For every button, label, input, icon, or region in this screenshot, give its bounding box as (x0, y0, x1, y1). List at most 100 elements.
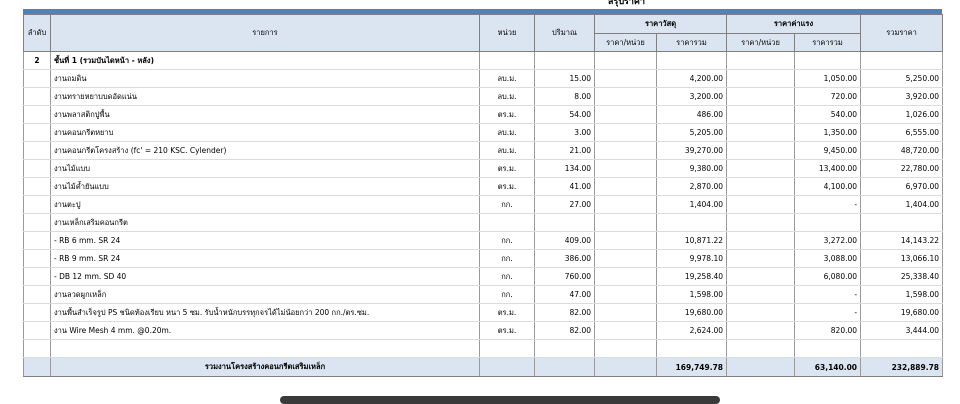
row-mat-total: 19,680.00 (655, 303, 728, 322)
spacer-row (23, 339, 944, 358)
row-mat-unit-price (594, 123, 657, 142)
row-item: งานคอนกรีตโครงสร้าง (fc' = 210 KSC. Cyle… (50, 141, 480, 160)
row-item: งานพลาสติกปูพื้น (50, 105, 480, 124)
section-label: ชั้นที่ 1 (รวมบันไดหน้า - หลัง) (50, 51, 480, 70)
row-unit: ลบ.ม. (479, 69, 535, 88)
row-qty: 409.00 (534, 231, 595, 250)
row-item: งานไม้แบบ (50, 159, 480, 178)
row-total: 1,026.00 (860, 105, 944, 124)
row-no (23, 249, 51, 268)
boq-table: ลำดับ รายการ หน่วย ปริมาณ ราคาวัสดุ ราคา… (23, 14, 944, 377)
row-lab-unit-price (726, 87, 796, 106)
row-qty (534, 213, 595, 232)
row-lab-total: 13,400.00 (794, 159, 862, 178)
row-lab-total: - (794, 195, 862, 214)
row-mat-unit-price (594, 105, 657, 124)
row-no (23, 303, 51, 322)
row-no (23, 285, 51, 304)
row-lab-unit-price (726, 321, 796, 340)
header-item: รายการ (50, 14, 480, 52)
row-unit: ลบ.ม. (479, 123, 535, 142)
row-lab-unit-price (726, 213, 796, 232)
table-row: - RB 9 mm. SR 24 กก. 386.00 9,978.10 3,088.0… (23, 249, 944, 268)
header-mat-unit-price: ราคา/หน่วย (594, 33, 657, 52)
horizontal-scrollbar-thumb[interactable] (280, 396, 720, 404)
row-lab-unit-price (726, 159, 796, 178)
total-material: 169,749.78 (655, 357, 728, 377)
row-unit: กก. (479, 285, 535, 304)
row-item: งานถมดิน (50, 69, 480, 88)
row-mat-unit-price (594, 69, 657, 88)
row-mat-total: 39,270.00 (655, 141, 728, 160)
boq-sheet: สรุปราคา ลำดับ รายการ หน่วย ปริมาณ ราคาว… (23, 0, 944, 390)
table-row: งานเหล็กเสริมคอนกรีต (23, 213, 944, 232)
header-lab-unit-price: ราคา/หน่วย (726, 33, 796, 52)
row-no (23, 159, 51, 178)
row-unit: ตร.ม. (479, 159, 535, 178)
row-unit: ลบ.ม. (479, 141, 535, 160)
row-mat-unit-price (594, 267, 657, 286)
row-item: งาน Wire Mesh 4 mm. @0.20m. (50, 321, 480, 340)
row-total (860, 213, 944, 232)
row-qty: 15.00 (534, 69, 595, 88)
row-mat-total: 4,200.00 (655, 69, 728, 88)
row-qty: 8.00 (534, 87, 595, 106)
row-lab-unit-price (726, 123, 796, 142)
row-unit: ตร.ม. (479, 177, 535, 196)
table-row: งานคอนกรีตหยาบ ลบ.ม. 3.00 5,205.00 1,350.00 6… (23, 123, 944, 142)
total-label: รวมงานโครงสร้างคอนกรีตเสริมเหล็ก (50, 357, 480, 377)
row-qty: 27.00 (534, 195, 595, 214)
row-mat-unit-price (594, 249, 657, 268)
row-unit: กก. (479, 249, 535, 268)
row-qty: 47.00 (534, 285, 595, 304)
row-mat-unit-price (594, 87, 657, 106)
header-unit: หน่วย (479, 14, 535, 52)
table-row: - RB 6 mm. SR 24 กก. 409.00 10,871.22 3,272.… (23, 231, 944, 250)
row-mat-total: 1,404.00 (655, 195, 728, 214)
row-qty: 3.00 (534, 123, 595, 142)
row-no (23, 213, 51, 232)
total-row: รวมงานโครงสร้างคอนกรีตเสริมเหล็ก 169,749.… (23, 357, 944, 377)
row-unit: ลบ.ม. (479, 87, 535, 106)
row-lab-total: 9,450.00 (794, 141, 862, 160)
grand-total: 232,889.78 (860, 357, 944, 377)
row-qty: 21.00 (534, 141, 595, 160)
row-total: 25,338.40 (860, 267, 944, 286)
table-row: งาน Wire Mesh 4 mm. @0.20m. ตร.ม. 82.00 2,6… (23, 321, 944, 340)
row-lab-total: 6,080.00 (794, 267, 862, 286)
row-no (23, 231, 51, 250)
row-qty: 54.00 (534, 105, 595, 124)
row-mat-unit-price (594, 159, 657, 178)
row-unit: กก. (479, 195, 535, 214)
row-total: 19,680.00 (860, 303, 944, 322)
row-lab-total (794, 213, 862, 232)
row-no (23, 321, 51, 340)
row-mat-total: 9,978.10 (655, 249, 728, 268)
header-lab-total: ราคารวม (794, 33, 862, 52)
row-lab-unit-price (726, 195, 796, 214)
row-lab-total: - (794, 285, 862, 304)
row-total: 1,404.00 (860, 195, 944, 214)
row-lab-total: 1,350.00 (794, 123, 862, 142)
row-mat-unit-price (594, 141, 657, 160)
row-item: งานทรายหยาบบดอัดแน่น (50, 87, 480, 106)
row-total: 6,970.00 (860, 177, 944, 196)
row-lab-unit-price (726, 285, 796, 304)
row-item: - RB 6 mm. SR 24 (50, 231, 480, 250)
row-lab-total: 1,050.00 (794, 69, 862, 88)
row-mat-unit-price (594, 195, 657, 214)
row-item: งานไม้ค้ำยันแบบ (50, 177, 480, 196)
row-total: 3,444.00 (860, 321, 944, 340)
row-no (23, 69, 51, 88)
row-item: - DB 12 mm. SD 40 (50, 267, 480, 286)
row-lab-total: 4,100.00 (794, 177, 862, 196)
table-row: งานตะปู กก. 27.00 1,404.00-1,404.00 (23, 195, 944, 214)
row-item: งานพื้นสำเร็จรูป PS ชนิดท้องเรียบ หนา 5 … (50, 303, 480, 322)
row-mat-unit-price (594, 303, 657, 322)
table-row: งานพลาสติกปูพื้น ตร.ม. 54.00 486.00 540.00 1,… (23, 105, 944, 124)
row-total: 3,920.00 (860, 87, 944, 106)
row-item: งานลวดผูกเหล็ก (50, 285, 480, 304)
row-lab-unit-price (726, 177, 796, 196)
row-qty: 41.00 (534, 177, 595, 196)
row-total: 48,720.00 (860, 141, 944, 160)
